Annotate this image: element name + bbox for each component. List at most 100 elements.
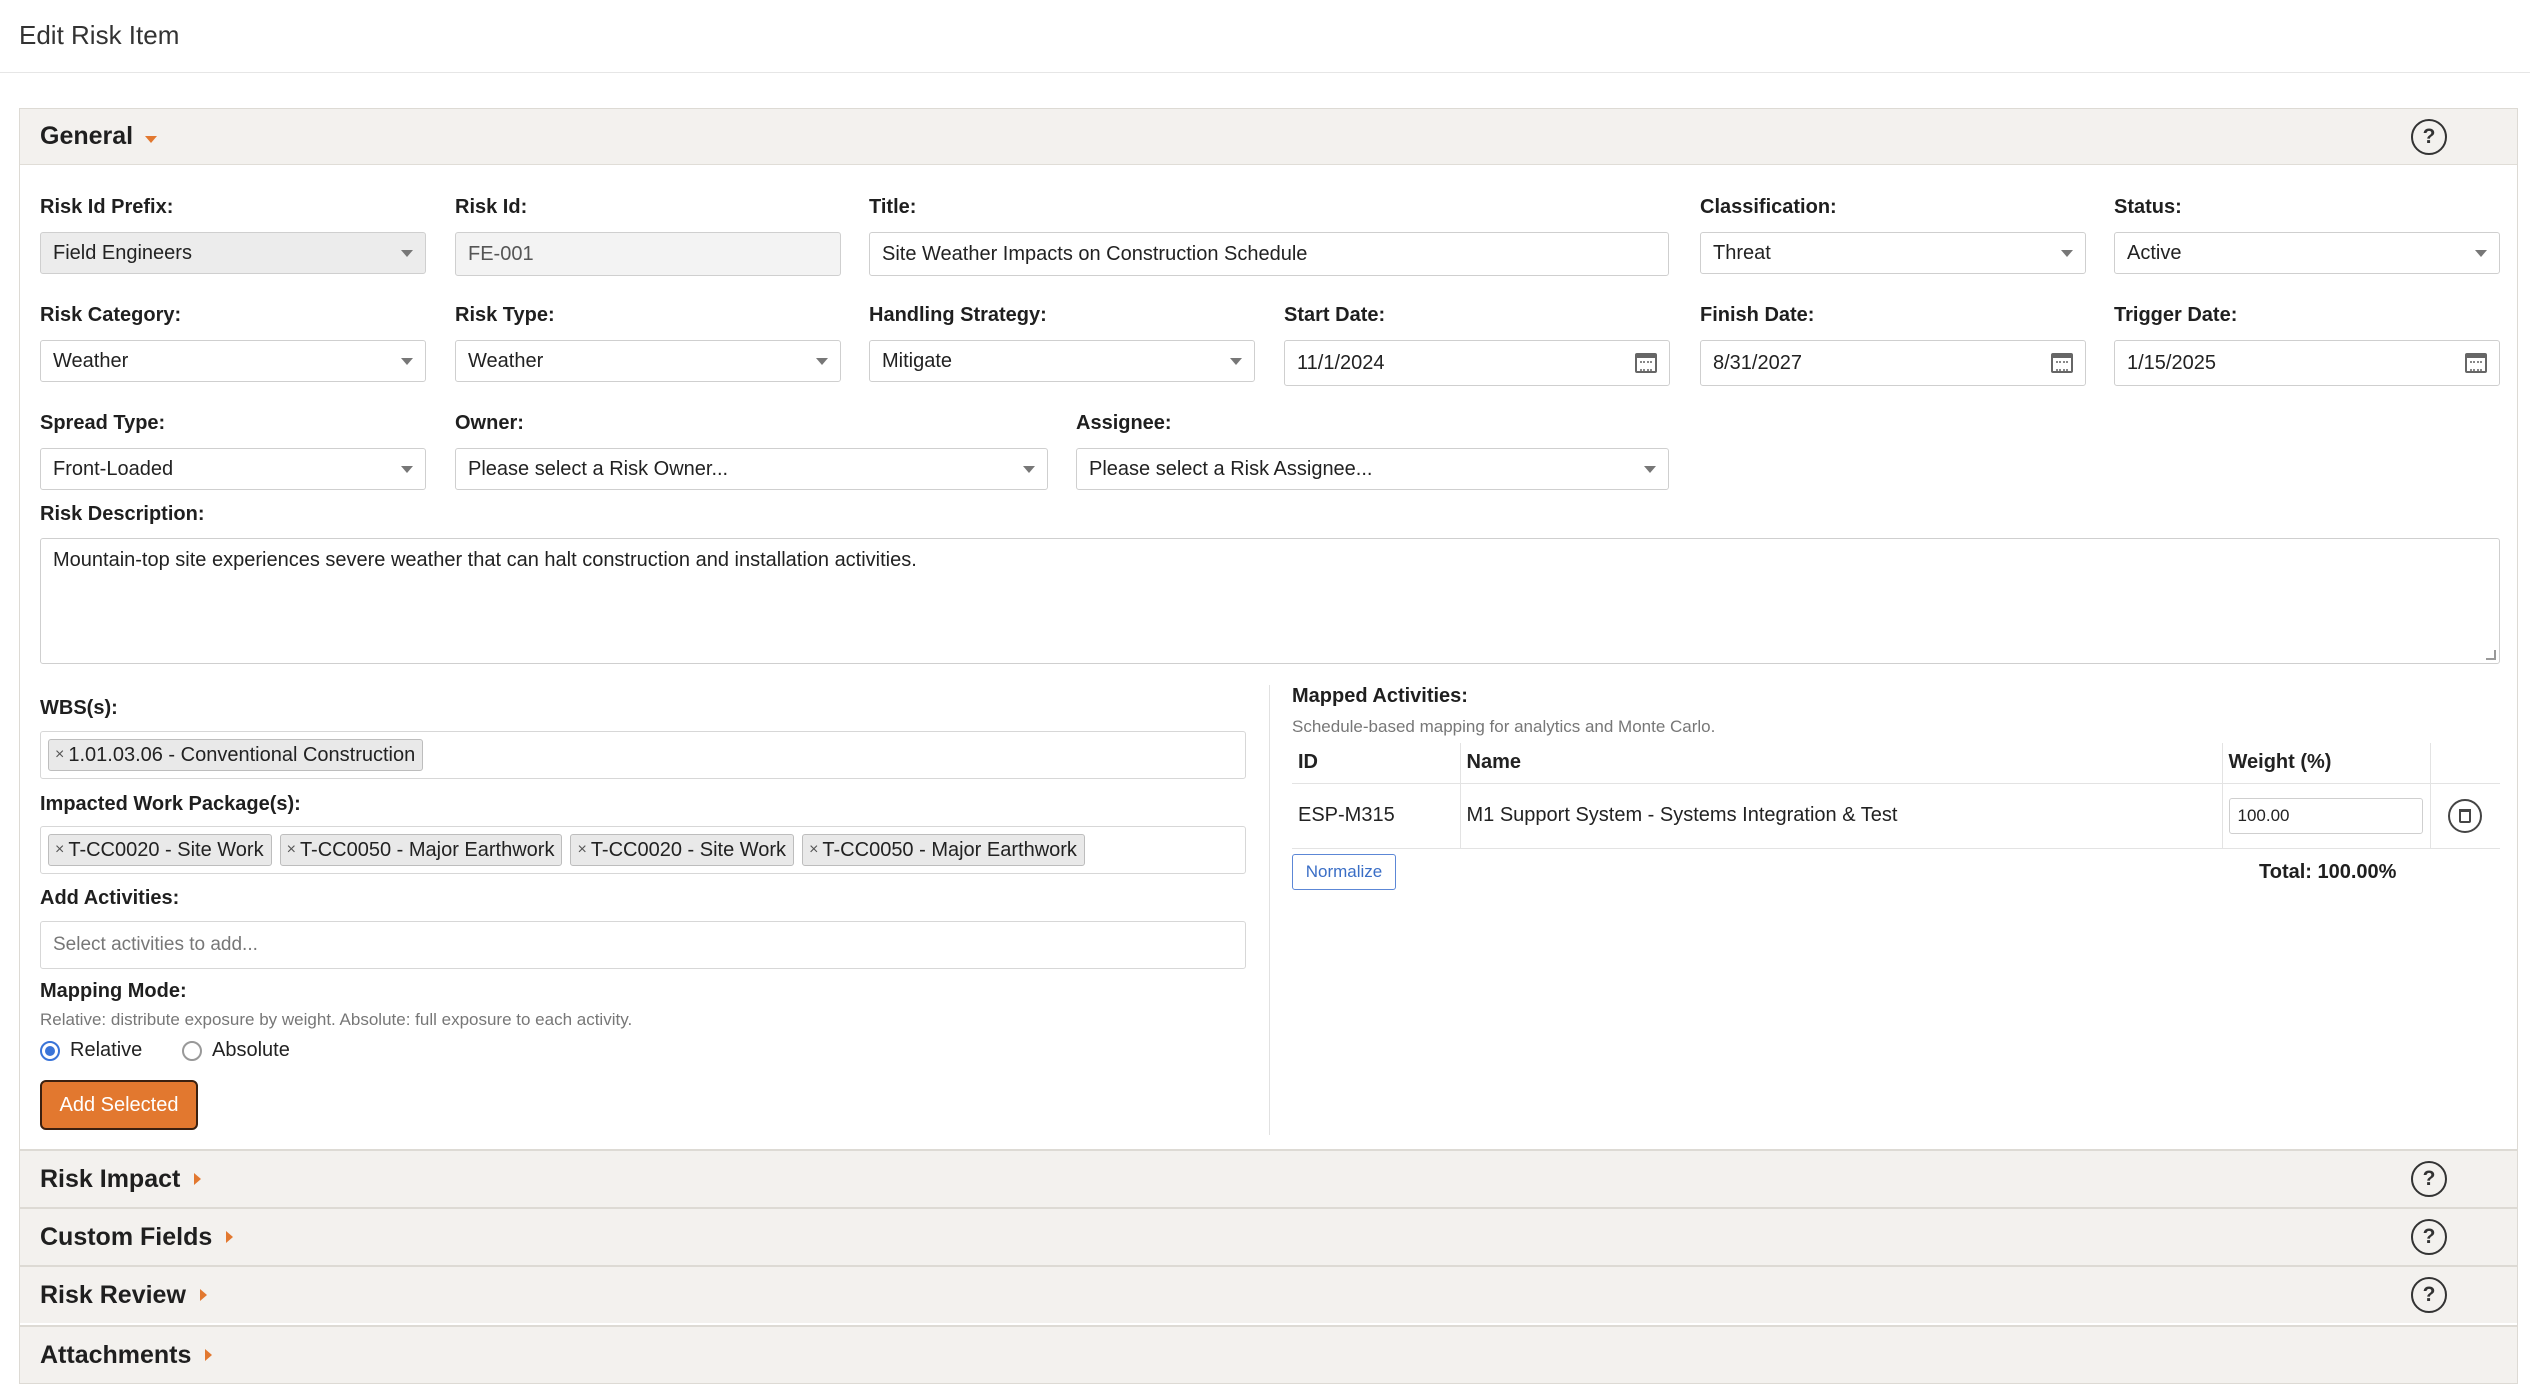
remove-tag-icon[interactable]: × [809,841,818,859]
page-title: Edit Risk Item [19,20,180,50]
help-icon[interactable]: ? [2411,1277,2447,1313]
risk-review-panel: Risk Review ? [19,1266,2518,1326]
finish-date-input[interactable]: 8/31/2027 [1700,340,2086,386]
risk-id-field: FE-001 [455,232,841,276]
start-date-value: 11/1/2024 [1297,351,1385,374]
column-header-id: ID [1292,743,1461,784]
wbs-multiselect[interactable]: × 1.01.03.06 - Conventional Construction [40,731,1246,779]
activity-weight-cell: 100.00 [2221,782,2431,849]
remove-tag-icon[interactable]: × [55,746,64,764]
work-package-tag-label: T-CC0020 - Site Work [68,838,264,861]
add-activities-input[interactable]: Select activities to add... [40,921,1246,969]
calendar-icon[interactable] [2051,353,2073,373]
risk-description-label: Risk Description: [40,503,205,525]
assignee-label: Assignee: [1076,412,1172,434]
work-package-tag: × T-CC0020 - Site Work [48,834,272,866]
trigger-date-value: 1/15/2025 [2127,351,2216,374]
classification-select[interactable]: Threat [1700,232,2086,274]
delete-icon[interactable] [2448,798,2483,833]
risk-category-select[interactable]: Weather [40,340,426,382]
table-header-row: ID Name Weight (%) [1292,743,2500,784]
remove-tag-icon[interactable]: × [287,841,296,859]
risk-review-panel-header[interactable]: Risk Review ? [20,1267,2517,1323]
assignee-value: Please select a Risk Assignee... [1089,457,1373,480]
trigger-date-input[interactable]: 1/15/2025 [2114,340,2500,386]
owner-label: Owner: [455,412,524,434]
mapped-activities-hint: Schedule-based mapping for analytics and… [1292,717,1716,736]
handling-strategy-value: Mitigate [882,349,953,372]
custom-fields-section-title: Custom Fields [40,1222,213,1251]
spread-type-select[interactable]: Front-Loaded [40,448,426,490]
dropdown-arrow-icon [401,357,413,365]
risk-type-value: Weather [468,349,544,372]
status-label: Status: [2114,196,2182,218]
activity-id-cell: ESP-M315 [1292,782,1461,849]
help-icon[interactable]: ? [2411,119,2447,155]
risk-category-label: Risk Category: [40,304,182,326]
activity-actions-cell [2429,782,2500,849]
classification-value: Threat [1713,241,1771,264]
impacted-work-packages-label: Impacted Work Package(s): [40,793,301,815]
custom-fields-panel-header[interactable]: Custom Fields ? [20,1209,2517,1265]
work-package-tag-label: T-CC0020 - Site Work [590,838,787,861]
dropdown-arrow-icon [816,357,828,365]
risk-id-prefix-select[interactable]: Field Engineers [40,232,426,274]
remove-tag-icon[interactable]: × [55,841,64,859]
title-label: Title: [869,196,917,218]
risk-description-textarea[interactable]: Mountain-top site experiences severe wea… [40,538,2500,664]
status-select[interactable]: Active [2114,232,2500,274]
add-selected-button[interactable]: Add Selected [40,1080,198,1130]
calendar-icon[interactable] [1635,353,1657,373]
work-packages-multiselect[interactable]: × T-CC0020 - Site Work × T-CC0050 - Majo… [40,826,1246,874]
title-input[interactable]: Site Weather Impacts on Construction Sch… [869,232,1669,276]
work-package-tag-label: T-CC0050 - Major Earthwork [299,838,555,861]
owner-value: Please select a Risk Owner... [468,457,729,480]
risk-review-section-title: Risk Review [40,1280,186,1309]
calendar-icon[interactable] [2465,353,2487,373]
custom-fields-panel: Custom Fields ? [19,1208,2518,1266]
mapping-mode-absolute[interactable]: Absolute [182,1039,290,1062]
work-package-tag-label: T-CC0050 - Major Earthwork [822,838,1077,861]
add-activities-placeholder: Select activities to add... [53,934,258,955]
dropdown-arrow-icon [1230,357,1242,365]
wbs-tag: × 1.01.03.06 - Conventional Construction [48,739,424,771]
mapping-mode-relative[interactable]: Relative [40,1039,142,1062]
trash-icon [2459,808,2472,823]
radio-selected-icon[interactable] [40,1040,60,1061]
resize-handle-icon[interactable] [2486,650,2496,660]
mapped-activities-table: ID Name Weight (%) ESP-M315 M1 Support S… [1292,743,2500,849]
general-panel: General ? Risk Id Prefix: Field Engineer… [19,108,2518,1150]
classification-label: Classification: [1700,196,1837,218]
chevron-right-icon [205,1349,213,1361]
dropdown-arrow-icon [401,249,413,257]
start-date-input[interactable]: 11/1/2024 [1284,340,1670,386]
help-icon[interactable]: ? [2411,1161,2447,1197]
dropdown-arrow-icon [401,465,413,473]
mapped-activities-label: Mapped Activities: [1292,685,1468,707]
help-icon[interactable]: ? [2411,1219,2447,1255]
owner-select[interactable]: Please select a Risk Owner... [455,448,1048,490]
page-header: Edit Risk Item [0,0,2530,73]
weight-input[interactable]: 100.00 [2228,797,2423,834]
assignee-select[interactable]: Please select a Risk Assignee... [1076,448,1669,490]
radio-unselected-icon[interactable] [182,1040,202,1061]
general-panel-header[interactable]: General ? [20,109,2517,165]
general-section-title: General [40,122,134,150]
risk-type-label: Risk Type: [455,304,555,326]
risk-type-select[interactable]: Weather [455,340,841,382]
risk-impact-section-title: Risk Impact [40,1164,181,1193]
attachments-panel: Attachments [19,1326,2518,1384]
normalize-button[interactable]: Normalize [1292,854,1396,890]
table-row: ESP-M315 M1 Support System - Systems Int… [1292,782,2500,849]
column-divider [1269,685,1270,1135]
wbs-label: WBS(s): [40,697,118,719]
handling-strategy-select[interactable]: Mitigate [869,340,1255,382]
remove-tag-icon[interactable]: × [577,841,586,859]
mapping-mode-hint: Relative: distribute exposure by weight.… [40,1010,633,1029]
mapping-mode-label: Mapping Mode: [40,980,187,1002]
risk-id-value: FE-001 [468,242,534,265]
column-header-weight: Weight (%) [2221,743,2431,784]
attachments-panel-header[interactable]: Attachments [20,1327,2517,1383]
activity-name-cell: M1 Support System - Systems Integration … [1459,782,2223,849]
risk-impact-panel-header[interactable]: Risk Impact ? [20,1151,2517,1207]
